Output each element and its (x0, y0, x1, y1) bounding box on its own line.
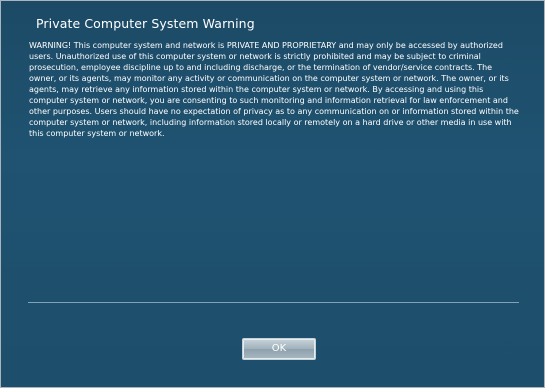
divider (28, 302, 519, 303)
ok-button[interactable]: OK (242, 338, 316, 360)
warning-dialog: Private Computer System Warning WARNING!… (0, 0, 545, 388)
warning-message: WARNING! This computer system and networ… (29, 41, 519, 138)
dialog-title: Private Computer System Warning (36, 16, 255, 31)
